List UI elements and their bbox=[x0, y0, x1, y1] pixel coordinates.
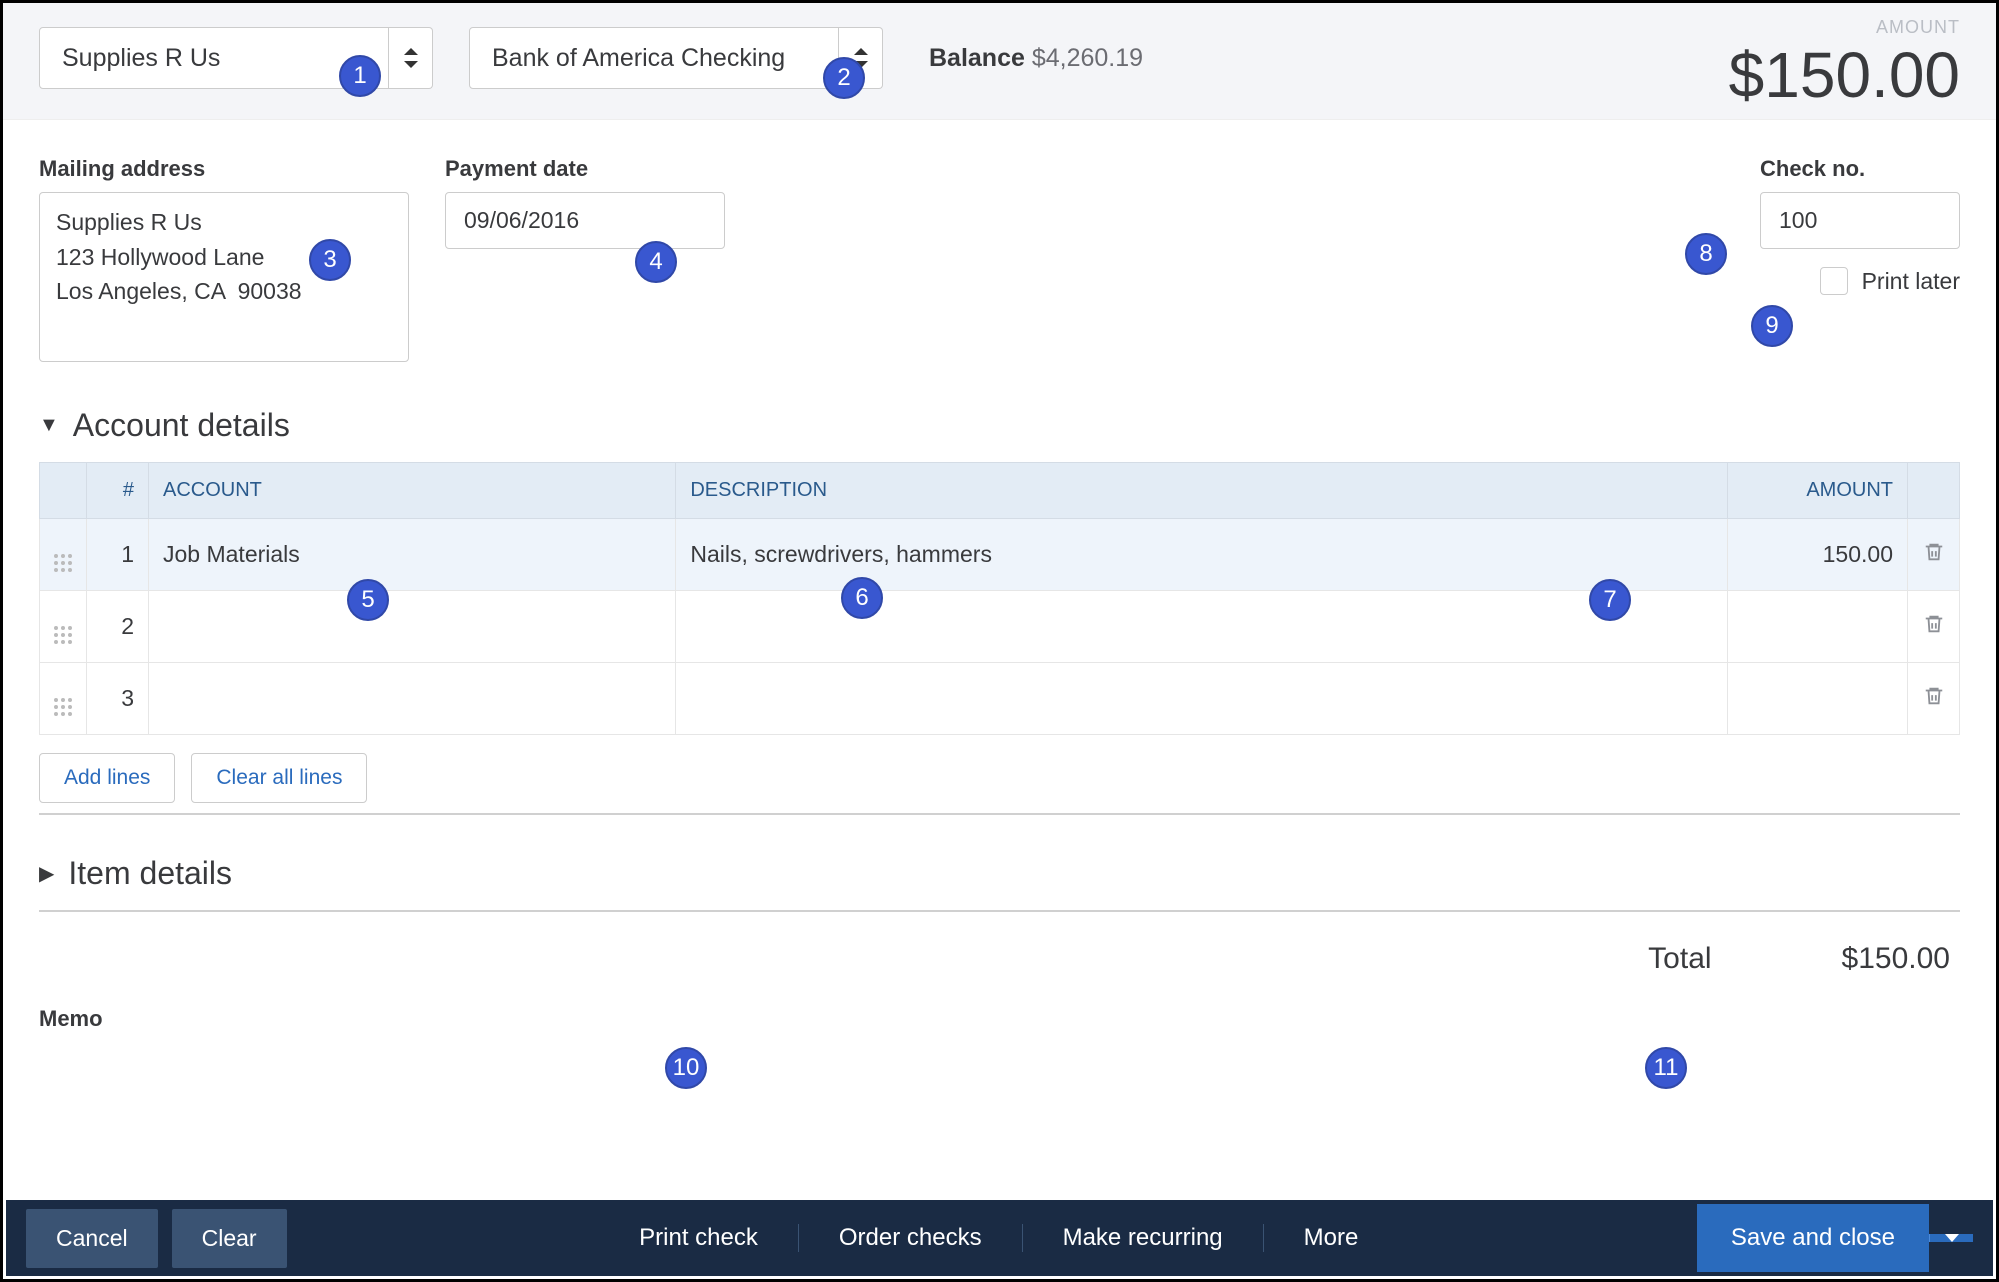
order-checks-link[interactable]: Order checks bbox=[799, 1224, 1023, 1252]
cancel-button[interactable]: Cancel bbox=[26, 1209, 158, 1268]
clear-button[interactable]: Clear bbox=[172, 1209, 287, 1268]
annotation-badge-8: 8 bbox=[1685, 233, 1727, 275]
print-later-row: Print later bbox=[1760, 267, 1960, 295]
payee-input[interactable]: Supplies R Us bbox=[39, 27, 389, 89]
delete-row-icon[interactable] bbox=[1908, 663, 1960, 735]
clear-lines-button[interactable]: Clear all lines bbox=[191, 753, 367, 803]
row-account[interactable] bbox=[149, 663, 676, 735]
col-num: # bbox=[87, 463, 149, 519]
delete-row-icon[interactable] bbox=[1908, 591, 1960, 663]
header-bar: Supplies R Us Bank of America Checking B… bbox=[3, 3, 1996, 120]
total-label: Total bbox=[1648, 942, 1711, 976]
sort-icon bbox=[404, 48, 418, 68]
amount-value: $150.00 bbox=[1729, 38, 1960, 112]
row-description[interactable] bbox=[676, 663, 1728, 735]
row-num: 2 bbox=[87, 591, 149, 663]
check-no-input[interactable] bbox=[1760, 192, 1960, 249]
account-details-header[interactable]: ▼ Account details bbox=[39, 407, 1960, 444]
row-account[interactable]: Job Materials bbox=[149, 519, 676, 591]
total-value: $150.00 bbox=[1842, 942, 1950, 976]
caret-right-icon: ▶ bbox=[39, 861, 54, 886]
payment-date-label: Payment date bbox=[445, 156, 725, 182]
row-account[interactable] bbox=[149, 591, 676, 663]
annotation-badge-4: 4 bbox=[635, 241, 677, 283]
col-description[interactable]: DESCRIPTION bbox=[676, 463, 1728, 519]
print-check-link[interactable]: Print check bbox=[599, 1224, 799, 1252]
payment-date-input[interactable] bbox=[445, 192, 725, 249]
balance-value: $4,260.19 bbox=[1032, 44, 1143, 72]
mailing-address-input[interactable]: Supplies R Us 123 Hollywood Lane Los Ang… bbox=[39, 192, 409, 362]
annotation-badge-1: 1 bbox=[339, 55, 381, 97]
row-num: 3 bbox=[87, 663, 149, 735]
annotation-badge-7: 7 bbox=[1589, 579, 1631, 621]
row-amount[interactable] bbox=[1728, 591, 1908, 663]
col-amount[interactable]: AMOUNT bbox=[1728, 463, 1908, 519]
row-amount[interactable] bbox=[1728, 663, 1908, 735]
amount-label: AMOUNT bbox=[1729, 17, 1960, 38]
account-details-title: Account details bbox=[73, 407, 290, 444]
payment-date-col: Payment date bbox=[445, 156, 725, 367]
amount-block: AMOUNT $150.00 bbox=[1729, 17, 1960, 112]
total-row: Total $150.00 bbox=[39, 912, 1960, 1006]
annotation-badge-5: 5 bbox=[347, 579, 389, 621]
save-dropdown-button[interactable] bbox=[1929, 1234, 1973, 1242]
delete-row-icon[interactable] bbox=[1908, 519, 1960, 591]
balance-label: Balance bbox=[929, 44, 1025, 72]
divider bbox=[39, 813, 1960, 815]
annotation-badge-3: 3 bbox=[309, 239, 351, 281]
check-no-label: Check no. bbox=[1760, 156, 1960, 182]
row-num: 1 bbox=[87, 519, 149, 591]
caret-down-icon: ▼ bbox=[39, 414, 59, 437]
table-row[interactable]: 1Job MaterialsNails, screwdrivers, hamme… bbox=[40, 519, 1960, 591]
drag-handle-icon[interactable] bbox=[40, 591, 87, 663]
footer-bar: Cancel Clear Print check Order checks Ma… bbox=[6, 1200, 1993, 1276]
mailing-address-col: Mailing address Supplies R Us 123 Hollyw… bbox=[39, 156, 409, 367]
drag-handle-icon[interactable] bbox=[40, 663, 87, 735]
col-delete bbox=[1908, 463, 1960, 519]
line-buttons: Add lines Clear all lines bbox=[39, 753, 1960, 803]
save-and-close-button[interactable]: Save and close bbox=[1697, 1204, 1929, 1272]
annotation-badge-11: 11 bbox=[1645, 1047, 1687, 1089]
row-description[interactable]: Nails, screwdrivers, hammers bbox=[676, 519, 1728, 591]
print-later-checkbox[interactable] bbox=[1820, 267, 1848, 295]
footer-center: Print check Order checks Make recurring … bbox=[301, 1224, 1697, 1252]
bank-account-input[interactable]: Bank of America Checking bbox=[469, 27, 839, 89]
item-details-header[interactable]: ▶ Item details bbox=[39, 855, 1960, 892]
memo-label: Memo bbox=[39, 1006, 1960, 1032]
col-account[interactable]: ACCOUNT bbox=[149, 463, 676, 519]
col-drag bbox=[40, 463, 87, 519]
make-recurring-link[interactable]: Make recurring bbox=[1023, 1224, 1264, 1252]
balance-display: Balance $4,260.19 bbox=[929, 44, 1143, 73]
bank-account-field: Bank of America Checking bbox=[469, 27, 883, 89]
add-lines-button[interactable]: Add lines bbox=[39, 753, 175, 803]
row-description[interactable] bbox=[676, 591, 1728, 663]
mailing-address-label: Mailing address bbox=[39, 156, 409, 182]
drag-handle-icon[interactable] bbox=[40, 519, 87, 591]
item-details-title: Item details bbox=[68, 855, 232, 892]
row-amount[interactable]: 150.00 bbox=[1728, 519, 1908, 591]
annotation-badge-6: 6 bbox=[841, 577, 883, 619]
print-later-label: Print later bbox=[1862, 268, 1960, 295]
table-row[interactable]: 2 bbox=[40, 591, 1960, 663]
account-details-table: # ACCOUNT DESCRIPTION AMOUNT 1Job Materi… bbox=[39, 462, 1960, 735]
more-link[interactable]: More bbox=[1264, 1224, 1399, 1252]
table-row[interactable]: 3 bbox=[40, 663, 1960, 735]
payee-dropdown-btn[interactable] bbox=[389, 27, 433, 89]
annotation-badge-2: 2 bbox=[823, 57, 865, 99]
annotation-badge-10: 10 bbox=[665, 1047, 707, 1089]
annotation-badge-9: 9 bbox=[1751, 305, 1793, 347]
